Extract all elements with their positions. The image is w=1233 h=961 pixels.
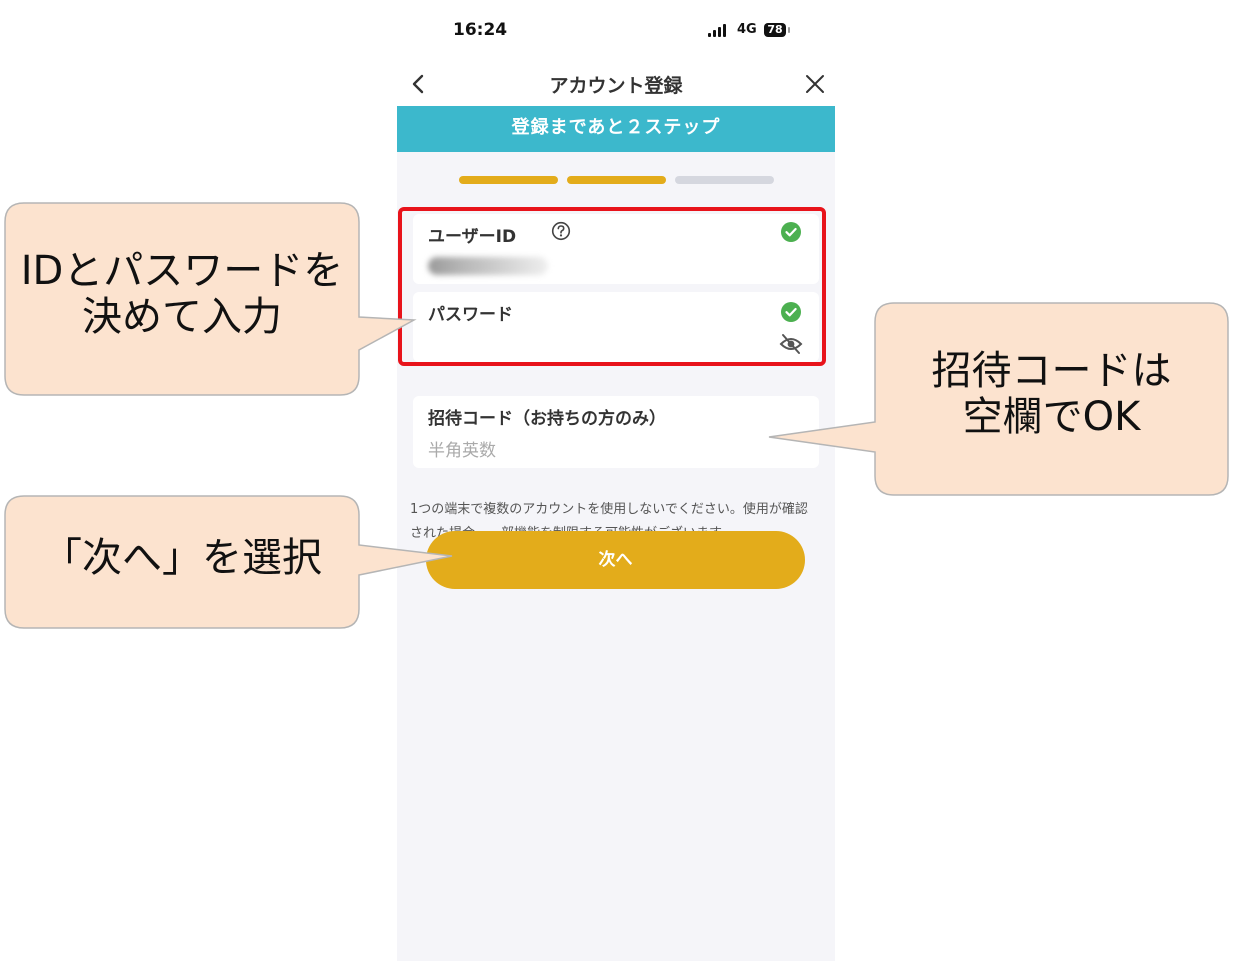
callout-line: 招待コードは xyxy=(931,348,1172,394)
callout-line: 決めて入力 xyxy=(82,294,282,340)
callout-line: 空欄でOK xyxy=(962,394,1141,440)
callout-next-text: 「次へ」を選択 xyxy=(5,535,359,581)
callout-line: IDとパスワードを xyxy=(20,248,344,294)
callout-shapes xyxy=(4,202,1229,629)
callout-invite-code-text: 招待コードは 空欄でOK xyxy=(875,348,1228,440)
callout-id-password-text: IDとパスワードを 決めて入力 xyxy=(5,248,359,340)
callout-line: 「次へ」を選択 xyxy=(42,535,322,581)
